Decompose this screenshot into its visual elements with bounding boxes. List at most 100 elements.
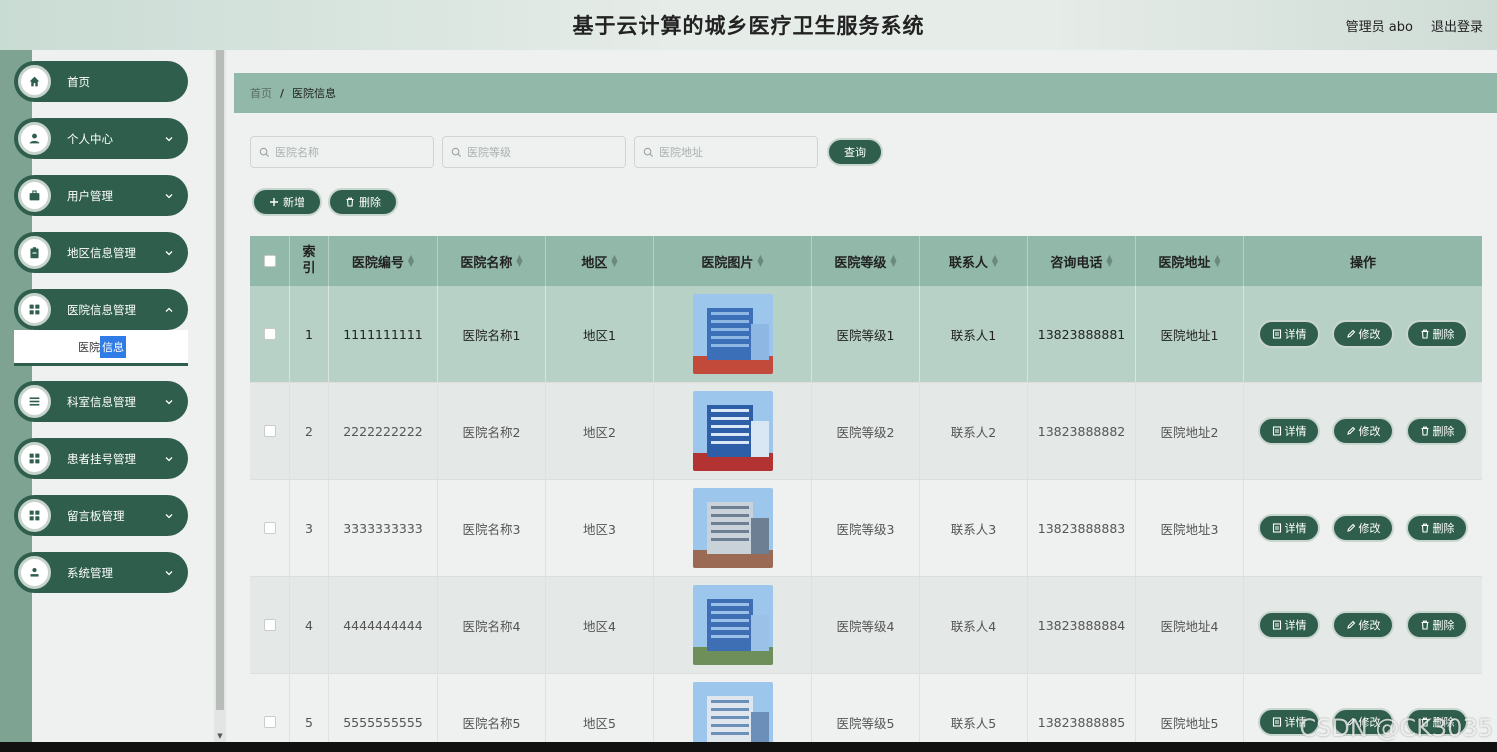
header-phone[interactable]: 咨询电话 ▲ ▼	[1028, 236, 1136, 286]
cell-contact: 联系人2	[920, 383, 1028, 479]
edit-button[interactable]: 修改	[1332, 320, 1394, 348]
sort-icon[interactable]: ▲ ▼	[1214, 254, 1220, 268]
table-row[interactable]: 5 5555555555 医院名称5 地区5 医院等级5 联系人5 13823888885 医…	[250, 674, 1482, 752]
delete-button[interactable]: 删除	[1406, 611, 1468, 639]
delete-button[interactable]: 删除	[1406, 417, 1468, 445]
add-button[interactable]: 新增	[252, 188, 322, 216]
detail-button[interactable]: 详情	[1258, 417, 1320, 445]
cell-index: 5	[290, 674, 329, 752]
sidebar-item-system-management[interactable]: 系统管理	[14, 552, 188, 593]
hospital-image[interactable]	[692, 294, 773, 374]
batch-delete-button[interactable]: 删除	[328, 188, 398, 216]
cell-operations: 详情 修改 删除	[1244, 577, 1482, 673]
table-row[interactable]: 1 1111111111 医院名称1 地区1 医院等级1 联系人1 13823888881 医…	[250, 286, 1482, 383]
top-bar: 基于云计算的城乡医疗卫生服务系统 管理员 abo 退出登录	[0, 0, 1497, 50]
table-row[interactable]: 4 4444444444 医院名称4 地区4 医院等级4 联系人4 13823888884 医…	[250, 577, 1482, 674]
cell-region-text: 地区5	[583, 715, 616, 731]
header-select-all[interactable]	[250, 236, 290, 286]
row-checkbox[interactable]	[263, 716, 276, 728]
sort-icon[interactable]: ▲ ▼	[408, 254, 414, 268]
cell-address-text: 医院地址3	[1160, 521, 1219, 537]
sidebar-item-label: 首页	[67, 74, 90, 89]
sidebar-item-user-management[interactable]: 用户管理	[14, 175, 188, 216]
hospital-level-search-input[interactable]: 医院等级	[442, 136, 626, 168]
scrollbar-thumb[interactable]	[216, 50, 224, 710]
sort-icon[interactable]: ▲ ▼	[1106, 254, 1112, 268]
sort-icon[interactable]: ▲ ▼	[611, 254, 617, 268]
cell-phone-text: 13823888885	[1037, 714, 1126, 730]
row-checkbox[interactable]	[263, 619, 276, 631]
detail-button[interactable]: 详情	[1258, 320, 1320, 348]
cell-code-text: 2222222222	[343, 423, 423, 439]
sort-icon[interactable]: ▲ ▼	[890, 254, 896, 268]
document-icon	[1272, 620, 1281, 630]
cell-region-text: 地区4	[583, 618, 616, 634]
cell-level: 医院等级3	[812, 480, 920, 576]
breadcrumb-current: 医院信息	[292, 87, 337, 100]
sidebar-item-region-management[interactable]: 地区信息管理	[14, 232, 188, 273]
delete-button[interactable]: 删除	[1406, 514, 1468, 542]
cell-address-text: 医院地址4	[1160, 618, 1219, 634]
hospital-image[interactable]	[692, 391, 773, 471]
hospital-address-search-input[interactable]: 医院地址	[634, 136, 818, 168]
edit-button[interactable]: 修改	[1332, 611, 1394, 639]
query-button[interactable]: 查询	[827, 138, 883, 166]
chevron-down-icon	[165, 513, 173, 518]
detail-button[interactable]: 详情	[1258, 514, 1320, 542]
add-button-label: 新增	[283, 196, 305, 209]
user-name[interactable]: 管理员 abo	[1346, 16, 1413, 35]
sidebar-item-personal-center[interactable]: 个人中心	[14, 118, 188, 159]
delete-button[interactable]: 删除	[1406, 320, 1468, 348]
document-icon	[1272, 329, 1281, 339]
hospital-image[interactable]	[692, 488, 773, 568]
sort-icon[interactable]: ▲ ▼	[516, 254, 522, 268]
header-region[interactable]: 地区 ▲ ▼	[546, 236, 654, 286]
cell-index-text: 4	[305, 617, 313, 633]
search-icon	[259, 147, 270, 157]
cell-region-text: 地区3	[583, 521, 616, 537]
cell-address-text: 医院地址1	[1160, 327, 1219, 343]
cell-code: 4444444444	[329, 577, 438, 673]
cell-phone-text: 13823888884	[1037, 617, 1126, 633]
row-checkbox[interactable]	[263, 328, 276, 340]
header-address[interactable]: 医院地址 ▲ ▼	[1136, 236, 1244, 286]
cell-address: 医院地址1	[1136, 286, 1244, 382]
edit-button[interactable]: 修改	[1332, 417, 1394, 445]
detail-button[interactable]: 详情	[1258, 611, 1320, 639]
row-checkbox[interactable]	[263, 522, 276, 534]
cell-phone-text: 13823888881	[1037, 326, 1126, 342]
header-level[interactable]: 医院等级 ▲ ▼	[812, 236, 920, 286]
hospital-name-search-input[interactable]: 医院名称	[250, 136, 434, 168]
trash-icon	[1421, 329, 1428, 339]
scroll-down-arrow-icon[interactable]: ▼	[216, 732, 224, 740]
sidebar-item-hospital-management[interactable]: 医院信息管理	[14, 289, 188, 330]
cell-phone-text: 13823888882	[1037, 423, 1126, 439]
table-row[interactable]: 2 2222222222 医院名称2 地区2 医院等级2 联系人2 13823888882 医…	[250, 383, 1482, 480]
sort-icon[interactable]: ▲ ▼	[992, 254, 998, 268]
header-contact[interactable]: 联系人 ▲ ▼	[920, 236, 1028, 286]
sidebar-subitem-hospital-info[interactable]: 医院 信息	[14, 330, 188, 366]
sidebar-item-message-board[interactable]: 留言板管理	[14, 495, 188, 536]
edit-button[interactable]: 修改	[1332, 514, 1394, 542]
cell-code: 5555555555	[329, 674, 438, 752]
header-image[interactable]: 医院图片 ▲ ▼	[654, 236, 812, 286]
sidebar-item-home[interactable]: 首页	[14, 61, 188, 102]
cell-index-text: 1	[305, 326, 313, 342]
cell-level-text: 医院等级3	[836, 521, 895, 537]
breadcrumb-home[interactable]: 首页	[250, 85, 272, 101]
row-checkbox[interactable]	[263, 425, 276, 437]
hospital-image[interactable]	[692, 585, 773, 665]
sidebar-item-department-management[interactable]: 科室信息管理	[14, 381, 188, 422]
header-name[interactable]: 医院名称 ▲ ▼	[438, 236, 546, 286]
table-row[interactable]: 3 3333333333 医院名称3 地区3 医院等级3 联系人3 13823888883 医…	[250, 480, 1482, 577]
sidebar-scrollbar[interactable]: ▼	[214, 50, 226, 742]
chevron-down-icon	[165, 456, 173, 461]
sidebar-item-registration-management[interactable]: 患者挂号管理	[14, 438, 188, 479]
user-icon	[18, 122, 51, 155]
header-code[interactable]: 医院编号 ▲ ▼	[329, 236, 438, 286]
cell-region: 地区5	[546, 674, 654, 752]
logout-link[interactable]: 退出登录	[1431, 16, 1483, 35]
sort-icon[interactable]: ▲ ▼	[757, 254, 763, 268]
cell-code: 3333333333	[329, 480, 438, 576]
select-all-checkbox[interactable]	[263, 255, 276, 267]
